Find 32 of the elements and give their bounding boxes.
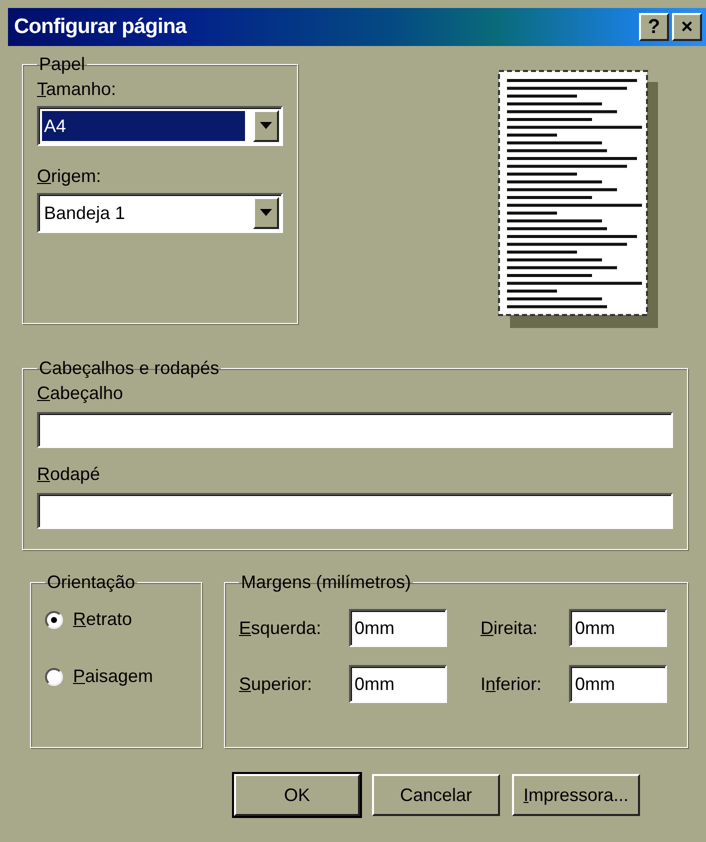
input-field[interactable]: 0mm	[569, 609, 667, 647]
field-label: Esquerda:	[239, 618, 322, 638]
field-label: Direita:	[480, 618, 539, 638]
field-label: Origem:	[37, 166, 102, 187]
input-field[interactable]	[37, 493, 673, 529]
caret-icon	[260, 209, 272, 217]
input-field[interactable]: 0mm	[348, 665, 447, 703]
radio-button[interactable]	[45, 668, 63, 686]
field-label: Rodapé	[37, 464, 102, 485]
input-field[interactable]: 0mm	[569, 665, 667, 703]
group-label: Orientação	[47, 572, 136, 592]
field-label: Tamanho:	[37, 79, 118, 100]
close-button[interactable]: ×	[672, 13, 702, 41]
radio-label: Paisagem	[73, 666, 154, 687]
caret-icon	[260, 122, 272, 130]
dialog-button[interactable]: Impressora...	[512, 774, 640, 816]
group-label: Margens (milímetros)	[241, 572, 412, 592]
field-label: Superior:	[239, 674, 314, 694]
group-label: Papel	[39, 54, 86, 74]
help-button[interactable]: ?	[639, 13, 669, 41]
field-label: Inferior:	[480, 674, 543, 694]
radio-label: Retrato	[73, 609, 132, 630]
field-label: Cabeçalho	[37, 383, 124, 404]
input-field[interactable]: 0mm	[348, 609, 447, 647]
dialog-button[interactable]: OK	[234, 774, 360, 816]
dialog-button[interactable]: Cancelar	[372, 774, 500, 816]
radio-button[interactable]	[45, 610, 63, 628]
input-field[interactable]	[37, 412, 673, 448]
dropdown[interactable]: Bandeja 1	[37, 193, 283, 233]
group-label: Cabeçalhos e rodapés	[39, 358, 220, 378]
window-title: Configurar página	[14, 15, 186, 39]
dropdown[interactable]: A4	[37, 106, 283, 146]
